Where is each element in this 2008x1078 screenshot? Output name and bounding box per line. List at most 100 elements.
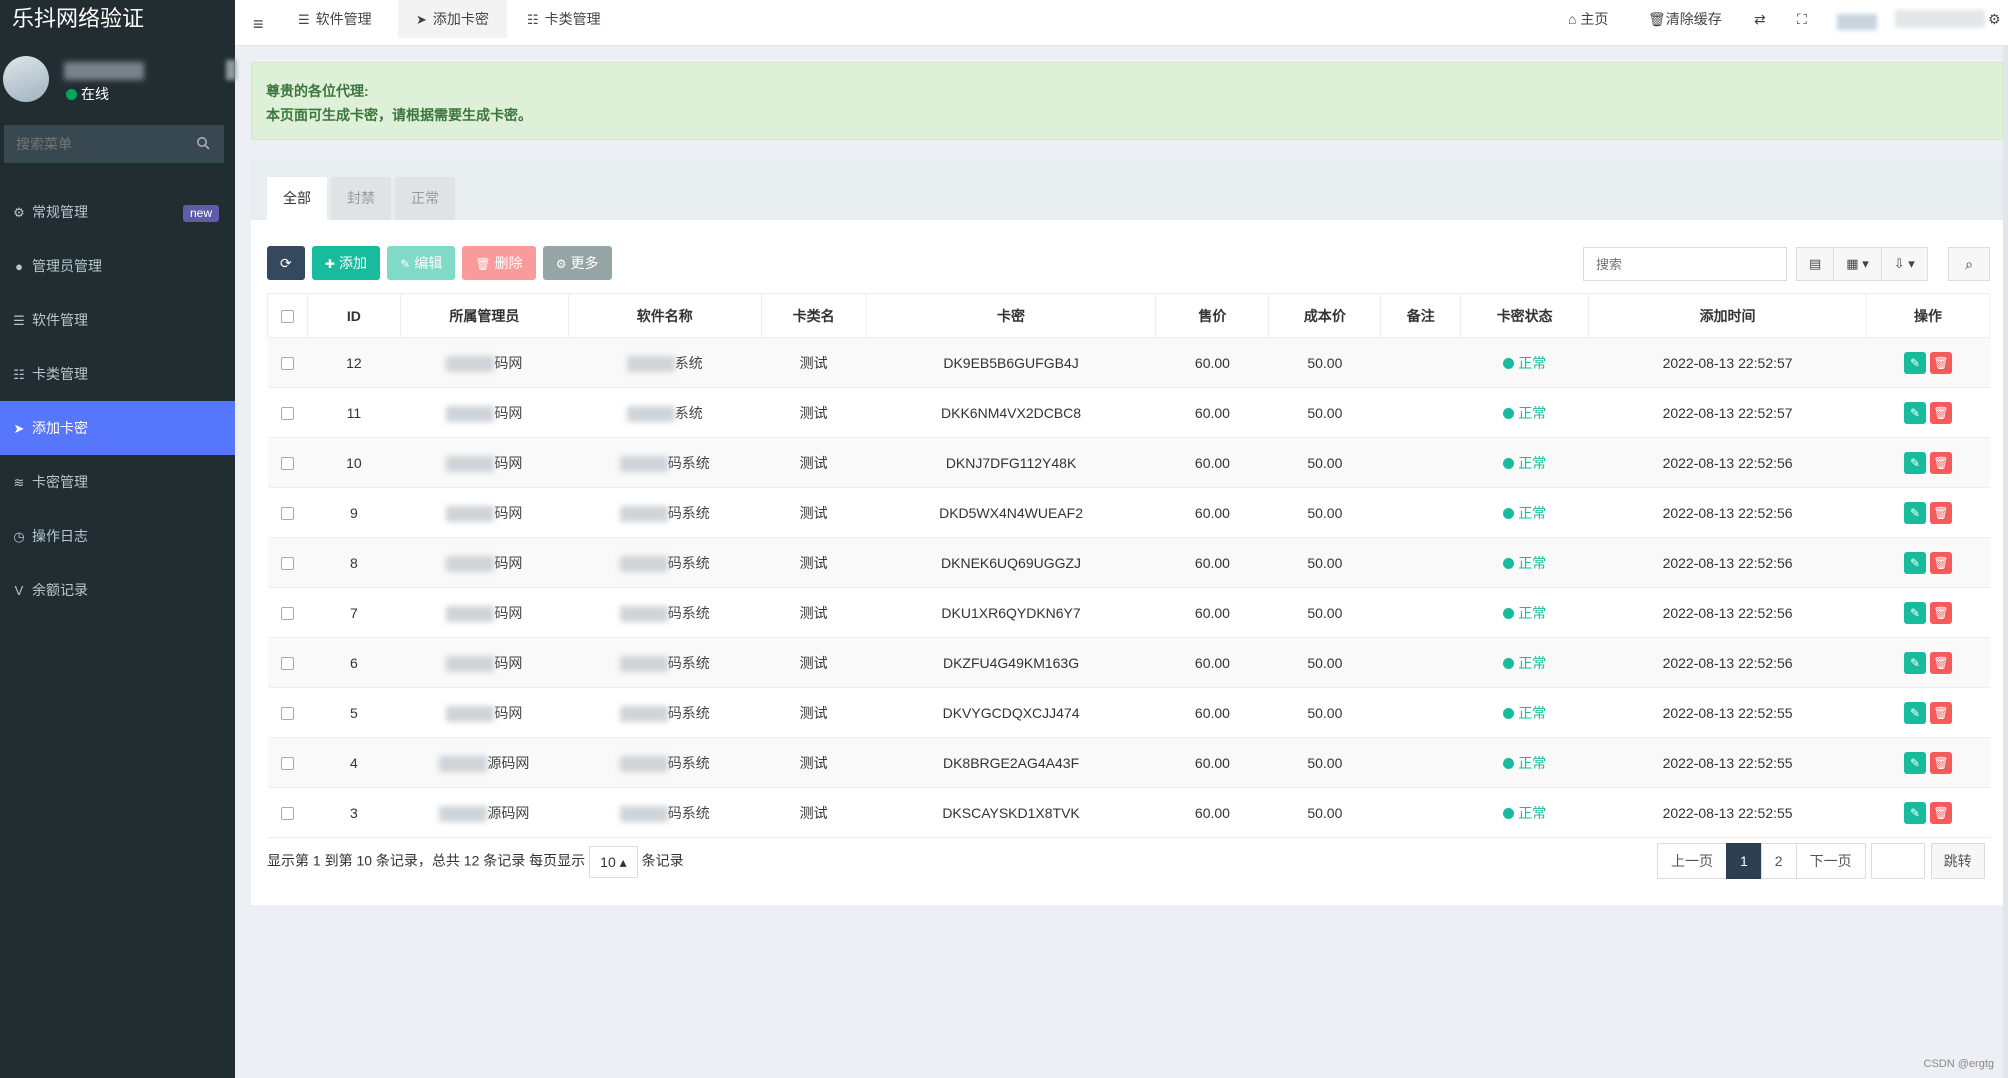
sidebar-item-software[interactable]: ☰ 软件管理	[0, 293, 235, 347]
menu-search-input[interactable]	[4, 125, 184, 163]
search-icon[interactable]	[196, 136, 210, 150]
toggle-view-icon[interactable]: ▤	[1796, 247, 1835, 281]
fullscreen-icon[interactable]: ⛶	[1797, 0, 1807, 38]
row-checkbox[interactable]	[280, 657, 294, 671]
user-name-redacted[interactable]	[1895, 10, 1985, 28]
row-checkbox[interactable]	[280, 557, 294, 571]
cell-status[interactable]: 正常	[1460, 587, 1589, 638]
app-logo[interactable]: 乐抖网络验证	[0, 0, 235, 38]
sidebar-item-card-manage[interactable]: ≋ 卡密管理	[0, 455, 235, 509]
col-status[interactable]: 卡密状态	[1460, 293, 1590, 338]
cell-status[interactable]: 正常	[1460, 537, 1589, 588]
edit-row-button[interactable]: ✎	[1903, 501, 1926, 524]
table-search-input[interactable]	[1583, 247, 1787, 281]
edit-row-button[interactable]: ✎	[1903, 701, 1926, 724]
add-button[interactable]: ✚ 添加	[311, 246, 380, 280]
jump-button[interactable]: 跳转	[1930, 843, 1985, 879]
table-row[interactable]: 8 码网 码系统 测试 DKNEK6UQ69UGGZJ 60.00 50.00 正常 2022-…	[267, 537, 1990, 588]
row-checkbox[interactable]	[280, 507, 294, 521]
delete-row-button[interactable]: 🗑	[1929, 451, 1952, 474]
delete-row-button[interactable]: 🗑	[1929, 651, 1952, 674]
more-button[interactable]: ⚙ 更多	[542, 246, 612, 280]
edit-row-button[interactable]: ✎	[1903, 451, 1926, 474]
row-checkbox[interactable]	[280, 357, 294, 371]
table-row[interactable]: 3 源码网 码系统 测试 DKSCAYSKD1X8TVK 60.00 50.00 正常 2022…	[267, 787, 1990, 838]
col-id[interactable]: ID	[306, 293, 401, 338]
refresh-button[interactable]: ⟳	[267, 246, 305, 280]
delete-button[interactable]: 🗑 删除	[462, 246, 536, 280]
col-price[interactable]: 售价	[1155, 293, 1270, 338]
edit-row-button[interactable]: ✎	[1903, 551, 1926, 574]
prev-page-button[interactable]: 上一页	[1657, 843, 1727, 879]
col-remark[interactable]: 备注	[1380, 293, 1462, 338]
table-row[interactable]: 11 码网 系统 测试 DKK6NM4VX2DCBC8 60.00 50.00 正常 2022-…	[267, 387, 1990, 438]
table-row[interactable]: 7 码网 码系统 测试 DKU1XR6QYDKN6Y7 60.00 50.00 正常 2022-…	[267, 587, 1990, 638]
col-admin[interactable]: 所属管理员	[399, 293, 569, 338]
col-created-time[interactable]: 添加时间	[1588, 293, 1867, 338]
filter-tab-all[interactable]: 全部	[267, 177, 327, 220]
sidebar-item-general[interactable]: ⚙ 常规管理 new	[0, 185, 235, 239]
delete-row-button[interactable]: 🗑	[1929, 551, 1952, 574]
cell-status[interactable]: 正常	[1460, 787, 1589, 838]
table-row[interactable]: 4 源码网 码系统 测试 DK8BRGE2AG4A43F 60.00 50.00 正常 2022…	[267, 737, 1990, 788]
row-checkbox[interactable]	[280, 707, 294, 721]
edit-row-button[interactable]: ✎	[1903, 601, 1926, 624]
tab-add-card[interactable]: ➤ 添加卡密	[398, 0, 507, 38]
sidebar-item-add-card[interactable]: ➤ 添加卡密	[0, 401, 235, 455]
table-row[interactable]: 6 码网 码系统 测试 DKZFU4G49KM163G 60.00 50.00 正常 2022-…	[267, 637, 1990, 688]
cell-status[interactable]: 正常	[1460, 437, 1589, 488]
sidebar-item-admins[interactable]: ● 管理员管理	[0, 239, 235, 293]
edit-button[interactable]: ✎ 编辑	[387, 246, 456, 280]
translate-icon[interactable]: ⇄	[1754, 0, 1766, 38]
page-scrollbar[interactable]	[2003, 46, 2008, 1078]
row-checkbox[interactable]	[280, 757, 294, 771]
col-card-type[interactable]: 卡类名	[760, 293, 867, 338]
table-row[interactable]: 12 码网 系统 测试 DK9EB5B6GUFGB4J 60.00 50.00 正常 2022-…	[267, 337, 1990, 388]
edit-row-button[interactable]: ✎	[1903, 351, 1926, 374]
delete-row-button[interactable]: 🗑	[1929, 801, 1952, 824]
row-checkbox[interactable]	[280, 607, 294, 621]
select-all-checkbox[interactable]	[280, 310, 294, 324]
edit-row-button[interactable]: ✎	[1903, 401, 1926, 424]
delete-row-button[interactable]: 🗑	[1929, 501, 1952, 524]
page-2-button[interactable]: 2	[1760, 843, 1797, 879]
col-software[interactable]: 软件名称	[567, 293, 762, 338]
cell-status[interactable]: 正常	[1460, 687, 1589, 738]
delete-row-button[interactable]: 🗑	[1929, 701, 1952, 724]
tab-software[interactable]: ☰ 软件管理	[284, 0, 386, 38]
columns-dropdown-icon[interactable]: ▦ ▾	[1833, 247, 1882, 281]
col-cost[interactable]: 成本价	[1268, 293, 1382, 338]
edit-row-button[interactable]: ✎	[1903, 801, 1926, 824]
tab-card-types[interactable]: ☷ 卡类管理	[513, 0, 615, 38]
sidebar-item-logs[interactable]: ◷ 操作日志	[0, 509, 235, 563]
clear-cache-button[interactable]: 🗑清除缓存	[1648, 0, 1722, 38]
cell-status[interactable]: 正常	[1460, 737, 1589, 788]
export-dropdown-icon[interactable]: ⇩ ▾	[1880, 247, 1928, 281]
home-link[interactable]: ⌂ 主页	[1568, 0, 1608, 38]
delete-row-button[interactable]: 🗑	[1929, 751, 1952, 774]
delete-row-button[interactable]: 🗑	[1929, 601, 1952, 624]
page-1-button[interactable]: 1	[1726, 843, 1762, 879]
hamburger-icon[interactable]: ≡	[253, 14, 264, 35]
user-avatar-redacted[interactable]	[1837, 14, 1877, 30]
sidebar-item-balance[interactable]: V 余额记录	[0, 563, 235, 617]
page-size-select[interactable]: 10 ▴	[589, 846, 638, 878]
next-page-button[interactable]: 下一页	[1795, 843, 1866, 879]
sidebar-item-card-types[interactable]: ☷ 卡类管理	[0, 347, 235, 401]
table-row[interactable]: 9 码网 码系统 测试 DKD5WX4N4WUEAF2 60.00 50.00 正常 2022-…	[267, 487, 1990, 538]
edit-row-button[interactable]: ✎	[1903, 751, 1926, 774]
filter-tab-normal[interactable]: 正常	[395, 177, 455, 220]
col-card-key[interactable]: 卡密	[865, 293, 1157, 338]
row-checkbox[interactable]	[280, 407, 294, 421]
cell-status[interactable]: 正常	[1460, 637, 1589, 688]
advanced-search-button[interactable]: ⌕	[1948, 247, 1990, 281]
table-row[interactable]: 10 码网 码系统 测试 DKNJ7DFG112Y48K 60.00 50.00 正常 2022…	[267, 437, 1990, 488]
filter-tab-banned[interactable]: 封禁	[331, 177, 391, 220]
settings-gear-icon[interactable]: ⚙	[1988, 0, 2001, 38]
row-checkbox[interactable]	[280, 457, 294, 471]
cell-status[interactable]: 正常	[1460, 337, 1589, 388]
table-row[interactable]: 5 码网 码系统 测试 DKVYGCDQXCJJ474 60.00 50.00 正常 2022-…	[267, 687, 1990, 738]
row-checkbox[interactable]	[280, 807, 294, 821]
cell-status[interactable]: 正常	[1460, 487, 1589, 538]
avatar[interactable]	[3, 56, 49, 102]
